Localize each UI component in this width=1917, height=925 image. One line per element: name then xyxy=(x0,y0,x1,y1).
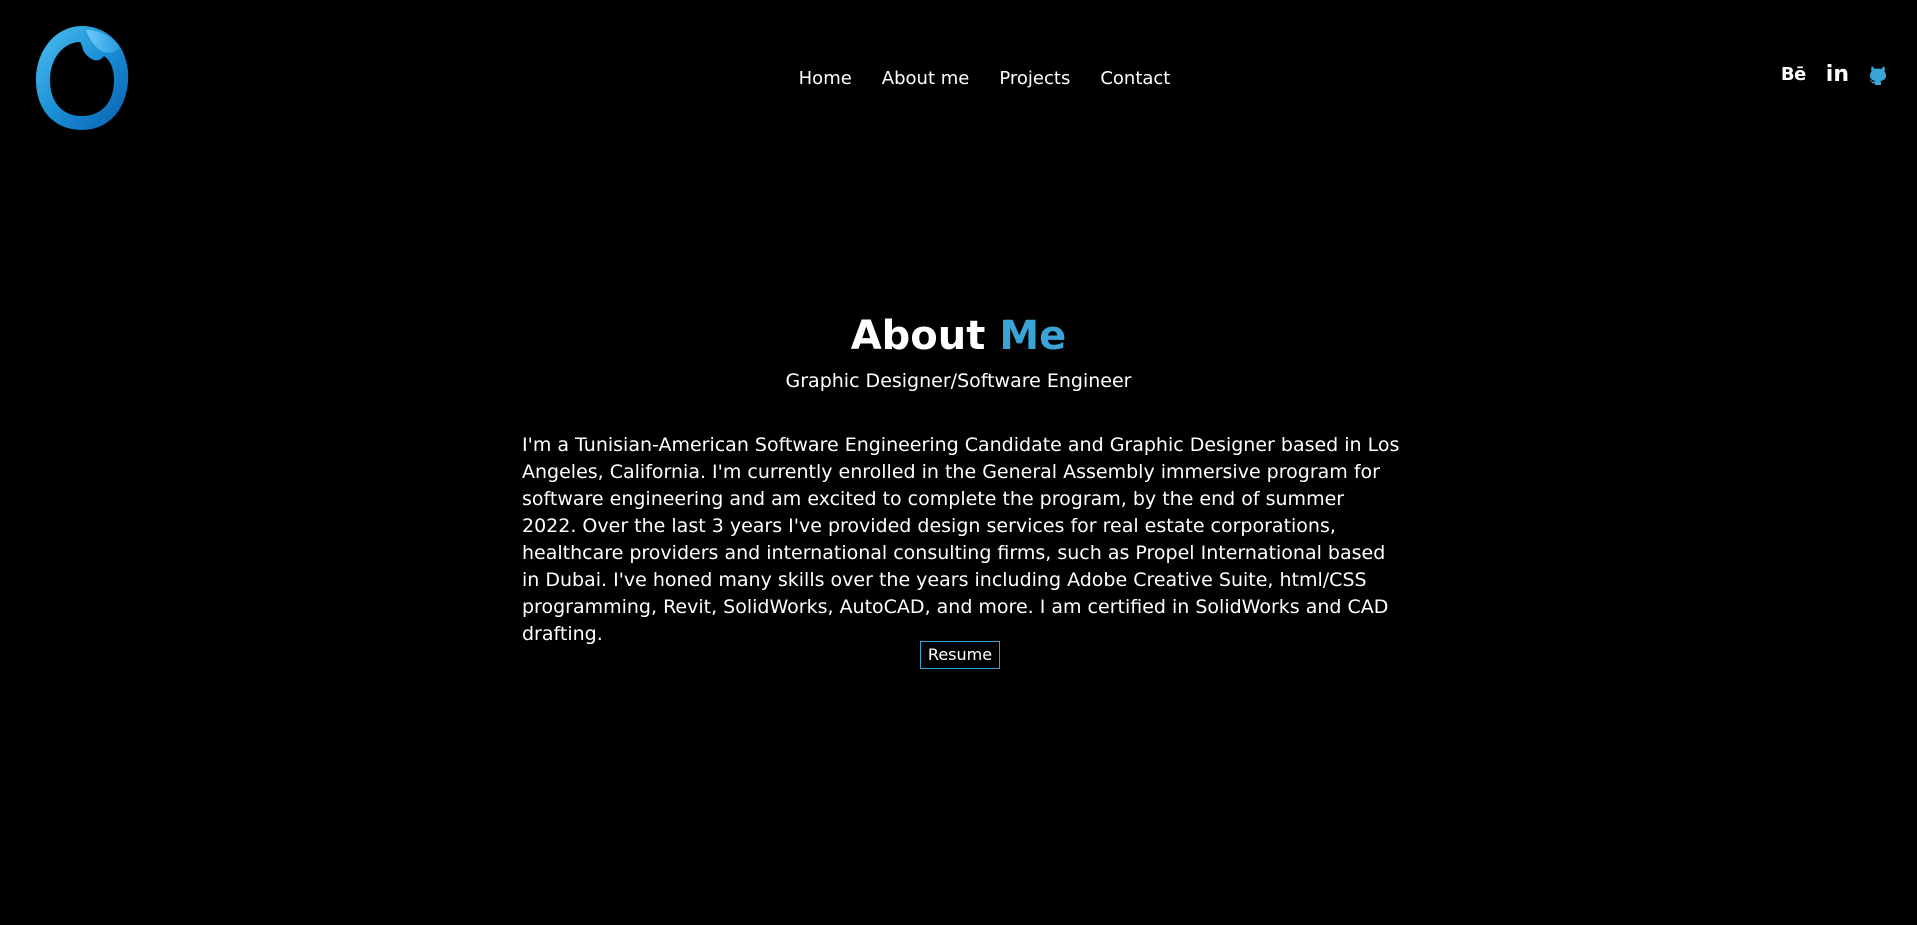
page: Home About me Projects Contact Bē in Abo… xyxy=(0,0,1917,925)
linkedin-icon[interactable]: in xyxy=(1826,62,1849,87)
nav-projects-link[interactable]: Projects xyxy=(999,66,1070,92)
about-bio: I'm a Tunisian-American Software Enginee… xyxy=(522,434,1400,645)
resume-button[interactable]: Resume xyxy=(920,641,1000,669)
nav-links: Home About me Projects Contact xyxy=(799,66,1171,92)
main-nav: Home About me Projects Contact xyxy=(0,66,1917,92)
about-section: About Me Graphic Designer/Software Engin… xyxy=(0,308,1917,394)
about-title-accent: Me xyxy=(999,313,1067,359)
behance-icon[interactable]: Bē xyxy=(1781,64,1806,85)
nav-contact-link[interactable]: Contact xyxy=(1100,66,1170,92)
about-title: About Me xyxy=(0,308,1917,364)
nav-about-link[interactable]: About me xyxy=(882,66,970,92)
github-icon[interactable] xyxy=(1869,65,1887,85)
about-subtitle: Graphic Designer/Software Engineer xyxy=(785,370,1132,392)
social-links: Bē in xyxy=(1781,62,1887,87)
nav-home-link[interactable]: Home xyxy=(799,66,852,92)
about-title-main: About xyxy=(850,313,986,359)
